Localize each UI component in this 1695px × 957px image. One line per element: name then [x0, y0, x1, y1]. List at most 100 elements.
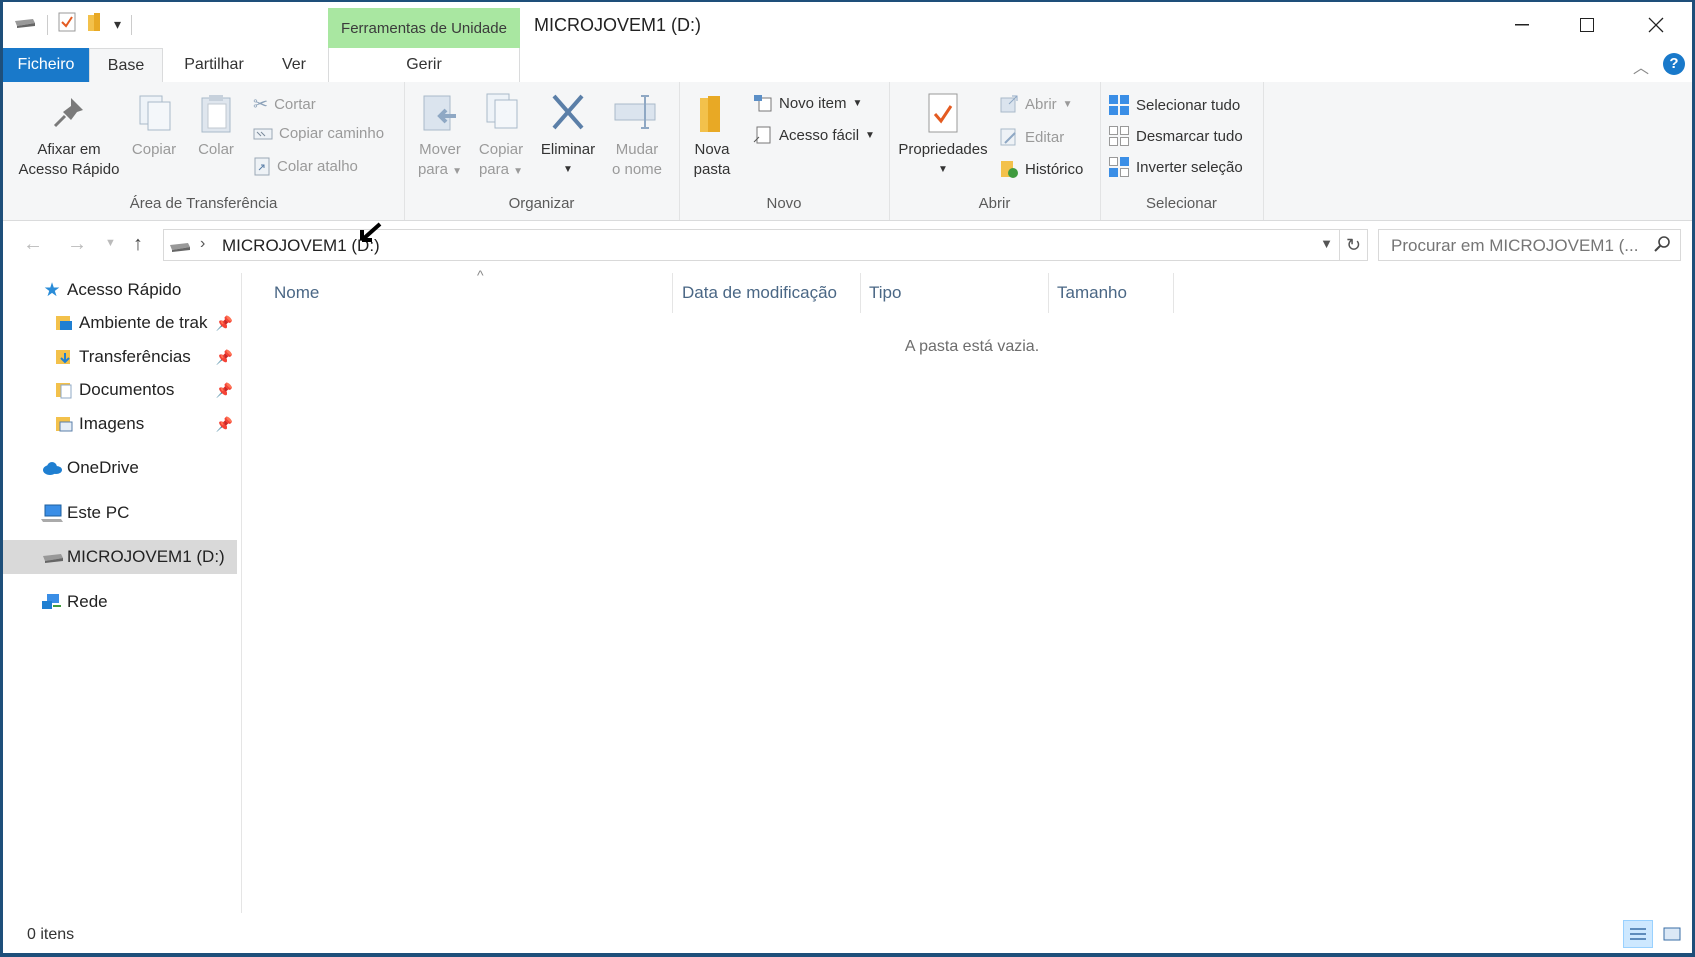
new-folder-button[interactable]: Nova pasta: [687, 92, 737, 180]
invert-selection-button[interactable]: Inverter seleção: [1108, 156, 1243, 178]
search-icon[interactable]: [1654, 235, 1672, 258]
copy-button[interactable]: Copiar: [126, 92, 182, 160]
edit-icon: [1000, 128, 1016, 146]
refresh-button[interactable]: ↻: [1340, 229, 1368, 261]
new-group-label: Novo: [766, 195, 802, 212]
address-bar[interactable]: › MICROJOVEM1 (D:) ▼: [163, 222, 1340, 261]
paste-label: Colar: [198, 141, 234, 158]
history-button[interactable]: Histórico: [999, 159, 1083, 179]
ribbon-tabs: Ficheiro Base Partilhar Ver Gerir ︿ ?: [3, 48, 1692, 83]
select-all-label: Selecionar tudo: [1136, 96, 1241, 114]
window-title: MICROJOVEM1 (D:): [534, 15, 702, 35]
dropdown-caret-icon: ▼: [563, 164, 573, 175]
pin-icon[interactable]: 📌: [216, 382, 233, 399]
pin-icon[interactable]: 📌: [216, 315, 233, 332]
copy-to-icon: [486, 93, 518, 129]
nav-label: Ambiente de trak: [79, 313, 208, 332]
easy-access-button[interactable]: Acesso fácil ▼: [753, 125, 875, 145]
select-none-icon: [1109, 126, 1129, 146]
copy-path-button[interactable]: Copiar caminho: [253, 125, 384, 142]
column-header-size[interactable]: Tamanho: [1057, 283, 1127, 303]
details-view-button[interactable]: [1623, 920, 1653, 948]
star-icon: ★: [43, 279, 61, 301]
column-divider[interactable]: [1173, 273, 1174, 313]
new-item-icon: [754, 95, 772, 112]
nav-item-documents[interactable]: Documentos 📌: [3, 373, 237, 407]
new-item-button[interactable]: Novo item ▼: [753, 94, 862, 112]
move-to-icon: [423, 95, 456, 131]
minimize-button[interactable]: [1487, 2, 1557, 48]
copy-icon: [139, 95, 171, 131]
copy-to-button[interactable]: Copiar para ▼: [472, 92, 530, 182]
address-dropdown-icon[interactable]: ▼: [1320, 236, 1333, 251]
edit-button[interactable]: Editar: [999, 127, 1064, 147]
dropdown-caret-icon: ▼: [852, 97, 863, 109]
quick-access-toolbar: ▾: [13, 12, 133, 37]
large-icons-view-button[interactable]: [1657, 920, 1687, 948]
properties-button[interactable]: Propriedades ▼: [895, 92, 991, 180]
pin-quick-access-button[interactable]: Afixar em Acesso Rápido: [15, 92, 123, 180]
copyto-label-2: para: [478, 161, 509, 178]
paste-icon: [201, 95, 231, 133]
nav-item-drive-d[interactable]: MICROJOVEM1 (D:): [3, 540, 237, 574]
easy-access-label: Acesso fácil: [779, 126, 860, 144]
close-button[interactable]: [1621, 2, 1691, 48]
dropdown-caret-icon: ▼: [1062, 98, 1073, 110]
pin-icon[interactable]: 📌: [216, 416, 233, 433]
copyto-label-2-row: para ▼: [479, 160, 523, 182]
help-icon[interactable]: ?: [1663, 53, 1685, 75]
tab-home[interactable]: Base: [89, 48, 163, 83]
column-header-name[interactable]: Nome: [274, 283, 319, 303]
pin-icon[interactable]: 📌: [216, 349, 233, 366]
column-header-date[interactable]: Data de modificação: [682, 283, 837, 303]
back-arrow-icon[interactable]: ←: [23, 233, 43, 256]
properties-icon[interactable]: [58, 12, 76, 37]
navigation-pane: ★ Acesso Rápido Ambiente de trak 📌 Trans…: [3, 273, 242, 913]
select-all-button[interactable]: Selecionar tudo: [1108, 94, 1240, 116]
nav-item-quick-access[interactable]: ★ Acesso Rápido: [3, 273, 237, 307]
customize-qat-icon[interactable]: ▾: [114, 16, 121, 33]
open-button[interactable]: Abrir ▼: [999, 94, 1073, 114]
documents-folder-icon: [53, 379, 75, 401]
rename-button[interactable]: Mudar o nome: [604, 92, 670, 180]
tab-share[interactable]: Partilhar: [171, 48, 257, 82]
cut-button[interactable]: ✂ Cortar: [253, 94, 316, 115]
column-divider[interactable]: [860, 273, 861, 313]
new-folder-icon[interactable]: [86, 12, 104, 37]
title-bar: ▾ Ferramentas de Unidade MICROJOVEM1 (D:…: [3, 2, 1692, 48]
copy-label: Copiar: [131, 141, 177, 158]
move-to-button[interactable]: Mover para ▼: [412, 92, 468, 182]
maximize-button[interactable]: [1552, 2, 1622, 48]
nav-item-onedrive[interactable]: OneDrive: [3, 451, 237, 485]
column-divider[interactable]: [672, 273, 673, 313]
column-header-type[interactable]: Tipo: [869, 283, 901, 303]
delete-button[interactable]: Eliminar ▼: [538, 92, 598, 180]
select-none-button[interactable]: Desmarcar tudo: [1108, 125, 1243, 147]
tab-file[interactable]: Ficheiro: [3, 48, 89, 82]
search-box[interactable]: [1378, 229, 1681, 261]
forward-arrow-icon[interactable]: →: [67, 233, 87, 256]
breadcrumb-drive[interactable]: MICROJOVEM1 (D:): [222, 236, 380, 256]
paste-button[interactable]: Colar: [190, 92, 242, 160]
folder-icon: [700, 96, 720, 132]
collapse-ribbon-icon[interactable]: ︿: [1633, 54, 1649, 78]
nav-label: Acesso Rápido: [67, 280, 182, 299]
dropdown-caret-icon: ▼: [938, 164, 948, 175]
nav-item-network[interactable]: Rede: [3, 585, 237, 619]
tab-manage[interactable]: Gerir: [328, 48, 520, 82]
drive-icon: [168, 239, 192, 258]
nav-item-pictures[interactable]: Imagens 📌: [3, 407, 237, 441]
breadcrumb-chevron-icon[interactable]: ›: [200, 235, 205, 253]
up-arrow-icon[interactable]: ↑: [133, 233, 143, 256]
tab-view[interactable]: Ver: [269, 48, 319, 82]
open-group: Propriedades ▼ Abrir ▼ Editar Histórico …: [889, 82, 1101, 220]
nav-item-desktop[interactable]: Ambiente de trak 📌: [3, 306, 237, 340]
nav-item-downloads[interactable]: Transferências 📌: [3, 340, 237, 374]
search-input[interactable]: [1389, 235, 1643, 257]
copy-path-icon: [253, 128, 273, 139]
paste-shortcut-button[interactable]: Colar atalho: [253, 156, 358, 176]
column-divider[interactable]: [1048, 273, 1049, 313]
recent-locations-chevron-icon[interactable]: ▼: [105, 237, 116, 249]
organize-group: Mover para ▼ Copiar para ▼ Eliminar ▼ Mu…: [404, 82, 680, 220]
nav-item-this-pc[interactable]: Este PC: [3, 496, 237, 530]
